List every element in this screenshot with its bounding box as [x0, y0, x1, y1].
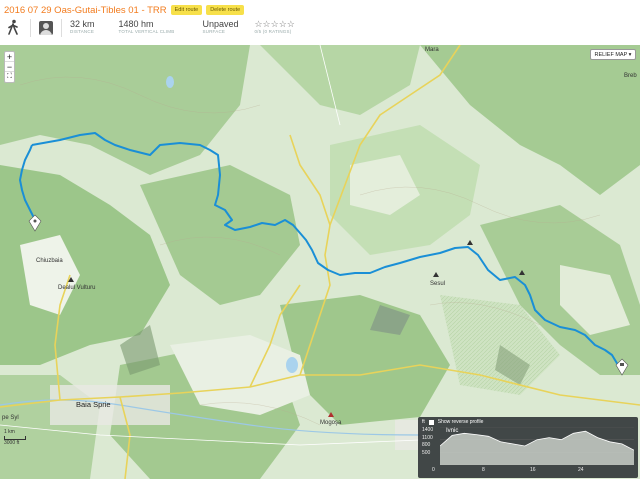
title-row: 2016 07 29 Oas-Gutai-Tibles 01 - TRR Edi… — [4, 4, 245, 16]
route-header: 2016 07 29 Oas-Gutai-Tibles 01 - TRR Edi… — [0, 0, 640, 45]
rating-stat[interactable]: ☆☆☆☆☆ 0/5 (0 RATINGS) — [254, 19, 294, 35]
rating-label: 0/5 (0 RATINGS) — [254, 29, 292, 34]
map-label-dealul-vulturu: Dealul Vulturu — [58, 285, 96, 291]
walking-icon — [6, 19, 22, 37]
scale-ft-label: 3000 ft — [4, 440, 20, 446]
elevation-header: ft Show reverse profile — [422, 419, 483, 425]
x-tick: 0 — [432, 467, 435, 473]
x-tick: 8 — [482, 467, 485, 473]
surface-stat: Unpaved SURFACE — [202, 19, 238, 35]
distance-value: 32 km — [70, 19, 95, 29]
reverse-profile-checkbox[interactable] — [428, 419, 434, 425]
y-tick: 1100 — [422, 434, 433, 441]
map-label-breb: Breb — [624, 73, 637, 79]
map-label-mogosa: Mogoşa — [320, 420, 342, 426]
y-tick: 800 — [422, 442, 431, 449]
terrain-map — [0, 45, 640, 479]
delete-route-button[interactable]: Delete route — [206, 5, 245, 15]
zoom-controls: + − ⛶ — [4, 51, 15, 83]
zoom-in-button[interactable]: + — [5, 52, 14, 62]
elevation-area — [440, 431, 634, 465]
map-label-chiuzbaia: Chiuzbaia — [36, 258, 63, 264]
surface-label: SURFACE — [202, 29, 226, 34]
elevation-y-axis: 1400 1100 800 500 — [422, 427, 433, 457]
elevation-chart[interactable] — [440, 427, 634, 465]
x-tick: 24 — [578, 467, 584, 473]
route-title: 2016 07 29 Oas-Gutai-Tibles 01 - TRR — [4, 4, 167, 16]
surface-value: Unpaved — [202, 19, 239, 29]
rating-stars[interactable]: ☆☆☆☆☆ — [254, 19, 294, 29]
climb-label: TOTAL VERTICAL CLIMB — [118, 29, 175, 34]
stats-row: 32 km DISTANCE 1480 hm TOTAL VERTICAL CL… — [6, 19, 305, 41]
distance-label: DISTANCE — [70, 29, 95, 34]
distance-stat: 32 km DISTANCE — [70, 19, 95, 35]
relief-map-button[interactable]: RELIEF MAP ▾ — [590, 49, 636, 60]
scale-km-label: 1 km — [4, 429, 15, 435]
unit-toggle[interactable]: ft — [422, 419, 425, 425]
map-label-baia-sprie: Baia Sprie — [76, 400, 111, 409]
scale-bar: 1 km 3000 ft — [4, 429, 26, 446]
map-label-mara: Mara — [425, 47, 439, 53]
avatar[interactable] — [39, 21, 53, 35]
elevation-place-label: Ivnic — [446, 428, 459, 434]
y-tick: 1400 — [422, 427, 434, 433]
map-view[interactable]: Mara Breb Chiuzbaia Dealul Vulturu Sesul… — [0, 45, 640, 479]
zoom-out-button[interactable]: − — [5, 62, 14, 72]
reverse-profile-label: Show reverse profile — [437, 419, 484, 425]
elevation-x-axis: 0 8 16 24 — [430, 467, 636, 474]
x-tick: 16 — [530, 467, 536, 473]
elevation-panel[interactable]: ft Show reverse profile 1400 1100 800 50… — [418, 417, 638, 478]
climb-stat: 1480 hm TOTAL VERTICAL CLIMB — [119, 19, 175, 35]
edit-route-button[interactable]: Edit route — [170, 5, 203, 15]
climb-value: 1480 hm — [118, 19, 154, 29]
y-tick: 500 — [422, 449, 431, 456]
map-label-sesul: Sesul — [430, 281, 446, 287]
fullscreen-icon[interactable]: ⛶ — [5, 72, 14, 82]
map-label-pe-syl: pe Syl — [2, 415, 19, 421]
